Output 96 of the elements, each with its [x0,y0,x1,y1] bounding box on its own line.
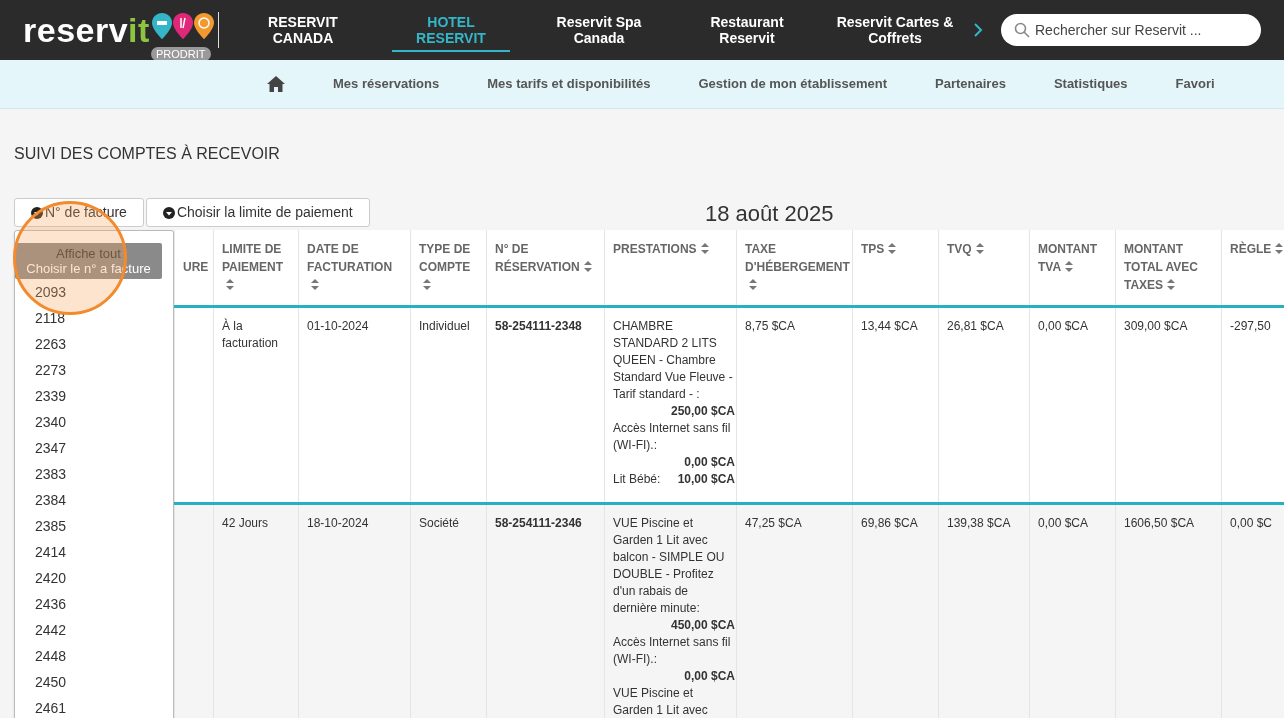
invoice-option[interactable]: 2436 [15,591,173,617]
table-cell: 0,00 $CA [1038,515,1089,530]
nav-link[interactable]: Gestion de mon établissement [698,74,888,94]
column-header[interactable]: MONTANT TOTAL AVEC TAXES [1115,230,1222,306]
nav-link[interactable]: Partenaires [935,74,1006,94]
table-cell: 139,38 $CA [947,515,1011,530]
sort-icon[interactable] [1167,279,1176,290]
column-header[interactable]: TVQ [938,230,1030,306]
invoice-option[interactable]: 2118 [15,305,173,331]
nav-link[interactable]: Statistiques [1053,74,1128,94]
invoice-option[interactable]: 2340 [15,409,173,435]
page-title: SUIVI DES COMPTES À RECEVOIR [14,143,281,164]
home-icon[interactable] [267,76,285,92]
table-cell: -297,50 [1230,318,1271,333]
invoice-option[interactable]: 2263 [15,331,173,357]
table-cell: 18-10-2024 [307,515,369,530]
service-label: VUE Piscine et Garden 1 Lit avec [613,684,709,718]
search-field[interactable]: Rechercher sur Reservit ... [1001,14,1261,46]
table-cell: 26,81 $CA [947,318,1004,333]
service-label: Lit Bébé: [613,470,661,488]
logo[interactable]: reservit [23,10,150,50]
column-header[interactable]: TYPE DE COMPTE [410,230,487,306]
invoice-option[interactable]: 2383 [15,461,173,487]
sort-icon[interactable] [1275,243,1284,254]
service-amount: 0,00 $CA [683,667,735,685]
service-label: Accès Internet sans fil (WI-FI).: [613,419,732,454]
table-cell: 01-10-2024 [307,318,369,333]
invoice-option[interactable]: 2347 [15,435,173,461]
service-label: CHAMBRE STANDARD 2 LITS QUEEN - Chambre Standard Vue Fleuve - Tarif standard - : [613,317,734,403]
map-pin-icon [151,13,172,39]
table-cell: 47,25 $CA [745,515,802,530]
nav-tab[interactable]: HOTEL RESERVIT [392,8,510,52]
table-cell: 13,44 $CA [861,318,918,333]
table-cell: 1606,50 $CA [1124,515,1195,530]
table-cell: 0,00 $CA [1038,318,1089,333]
column-header: URE [174,230,214,306]
filter-button[interactable]: Choisir la limite de paiement [145,198,370,227]
table-cell: Individuel [419,318,470,333]
invoice-option[interactable]: 2414 [15,539,173,565]
table-cell: Société [419,515,460,530]
chevron-right-icon[interactable] [973,23,983,37]
invoice-option[interactable]: 2461 [15,695,173,718]
sort-icon[interactable] [226,279,234,290]
nav-tab[interactable]: RESERVIT CANADA [244,8,362,52]
sort-icon[interactable] [975,243,984,254]
invoice-option[interactable]: 2385 [15,513,173,539]
sort-icon[interactable] [423,279,431,290]
nav-tab[interactable]: Reservit Cartes & Coffrets [836,8,954,52]
invoice-option[interactable]: 2448 [15,643,173,669]
caret-down-icon [31,206,43,219]
invoice-option[interactable]: 2420 [15,565,173,591]
sort-icon[interactable] [888,243,897,254]
table-cell: 58-254111-2348 [495,318,582,333]
invoice-option[interactable]: 2442 [15,617,173,643]
column-header[interactable]: RÈGLE [1221,230,1284,306]
service-amount: 0,00 $CA [683,453,735,471]
table-cell: 42 Jours [222,515,269,530]
invoice-option[interactable]: 2450 [15,669,173,695]
date-heading: 18 août 2025 [705,200,834,228]
nav-tab[interactable]: Reservit Spa Canada [540,8,658,52]
nav-link[interactable]: Mes tarifs et disponibilités [487,74,651,94]
search-icon [1014,22,1030,38]
sort-icon[interactable] [749,279,757,290]
table-cell: 309,00 $CA [1124,318,1188,333]
caret-down-icon [162,206,175,219]
service-label: VUE Piscine et Garden 1 Lit avec balcon - SIMPLE OU DOUBLE - Profitez d'un rabais de dernière minute: [613,514,726,617]
sort-icon[interactable] [311,279,319,290]
nav-link[interactable]: Favori [1175,74,1215,94]
table-cell: 8,75 $CA [745,318,796,333]
table-cell: À la facturation [222,318,279,350]
badge: PRODRIT [151,47,211,60]
table-cell: 0,00 $C [1230,515,1273,530]
nav-link[interactable]: Mes réservations [333,74,440,94]
invoice-option[interactable]: 2093 [15,279,173,305]
table-cell: 58-254111-2346 [495,515,582,530]
service-amount: 250,00 $CA [669,402,735,420]
column-header[interactable]: PRESTATIONS [604,230,737,306]
sort-icon[interactable] [583,261,592,272]
service-label: Accès Internet sans fil (WI-FI).: [613,633,732,668]
column-header[interactable]: DATE DE FACTURATION [298,230,411,306]
column-header[interactable]: MONTANT TVA [1029,230,1116,306]
column-header[interactable]: TAXE D'HÉBERGEMENT [736,230,853,306]
service-amount: 450,00 $CA [669,616,735,634]
sort-icon[interactable] [1065,261,1074,272]
invoice-option[interactable]: 2384 [15,487,173,513]
sort-icon[interactable] [700,243,709,254]
invoice-option[interactable]: 2339 [15,383,173,409]
column-header[interactable]: LIMITE DE PAIEMENT [213,230,299,306]
map-pin-icon [172,13,193,39]
column-header[interactable]: N° DE RÉSERVATION [486,230,605,306]
nav-tab[interactable]: Restaurant Reservit [688,8,806,52]
invoice-option[interactable]: 2273 [15,357,173,383]
service-amount: 10,00 $CA [677,470,735,488]
map-pin-icon [193,13,214,39]
table-cell: 69,86 $CA [861,515,918,530]
column-header[interactable]: TPS [852,230,939,306]
